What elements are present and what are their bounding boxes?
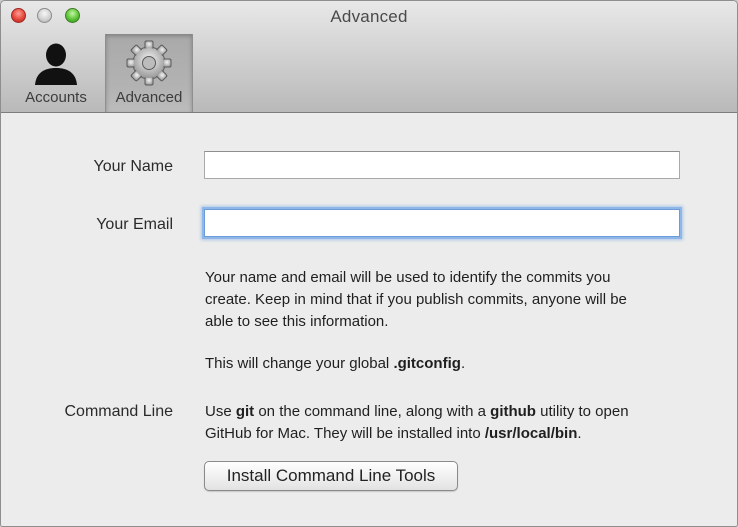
identity-info-text: Your name and email will be used to iden… (205, 267, 685, 333)
install-path: /usr/local/bin (484, 425, 578, 442)
tab-advanced[interactable]: Advanced (105, 34, 193, 112)
gitconfig-filename: .gitconfig (393, 355, 461, 372)
info-line-3: able to see this information. (205, 313, 389, 330)
install-command-line-tools-button[interactable]: Install Command Line Tools (204, 461, 458, 491)
cmd-text-part-2: on the command line, along with a (254, 403, 491, 420)
gear-icon (125, 39, 173, 92)
github-keyword: github (490, 403, 536, 420)
gitconfig-note: This will change your global .gitconfig. (205, 353, 685, 375)
git-keyword: git (235, 403, 255, 420)
your-name-field[interactable] (204, 151, 680, 179)
cmd-text-part-3: utility to open (535, 403, 629, 420)
command-line-line-1: Use git on the command line, along with … (205, 401, 685, 423)
preferences-window: Advanced Accounts Advanced Your Name You… (0, 0, 738, 527)
your-name-label: Your Name (93, 158, 173, 175)
command-line-label: Command Line (64, 403, 174, 420)
tab-accounts-label: Accounts (25, 89, 87, 106)
cmd-text-part-4: GitHub for Mac. They will be installed i… (205, 425, 485, 442)
tab-advanced-label: Advanced (115, 89, 183, 106)
gitconfig-prefix: This will change your global (205, 355, 394, 372)
gitconfig-suffix: . (460, 355, 466, 372)
info-line-1: Your name and email will be used to iden… (205, 269, 611, 286)
tab-accounts[interactable]: Accounts (11, 34, 101, 112)
cmd-text-part-1: Use (205, 403, 236, 420)
command-line-description: Use git on the command line, along with … (205, 401, 685, 445)
your-email-field[interactable] (204, 209, 680, 237)
window-title: Advanced (330, 7, 408, 26)
person-icon (32, 39, 80, 92)
cmd-text-part-5: . (577, 425, 582, 442)
info-line-2: create. Keep in mind that if you publish… (205, 291, 627, 308)
command-line-line-2: GitHub for Mac. They will be installed i… (205, 423, 685, 445)
your-email-label: Your Email (96, 216, 173, 233)
window-toolbar: Advanced Accounts Advanced (1, 1, 737, 113)
